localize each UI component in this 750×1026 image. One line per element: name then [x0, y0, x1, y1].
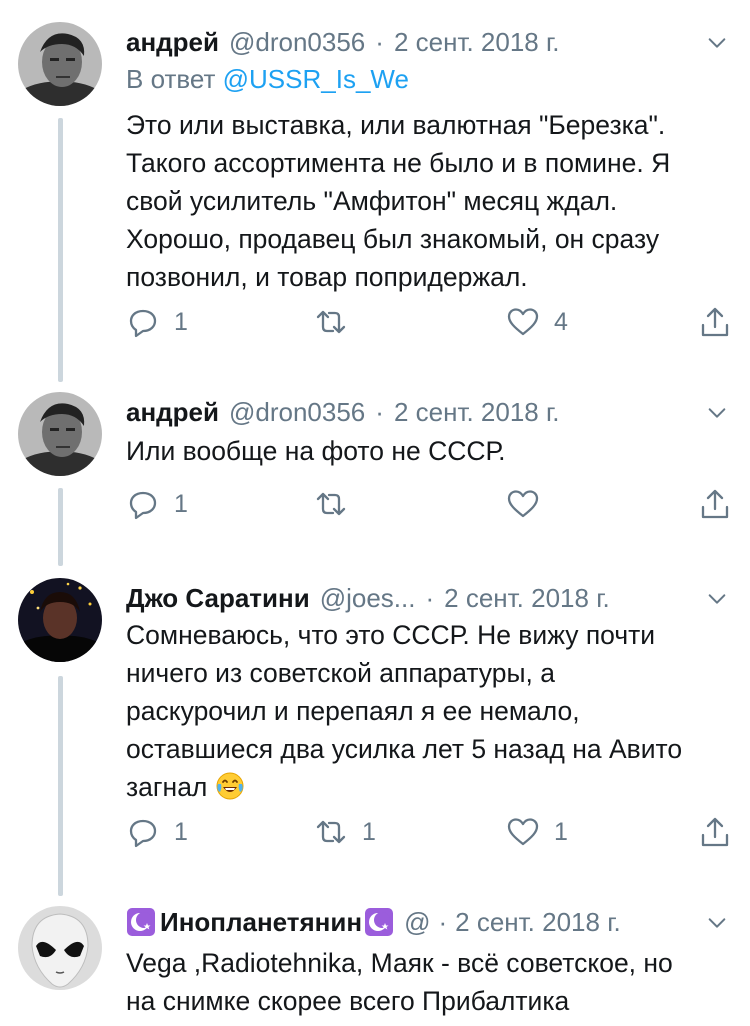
tweet-text: Это или выставка, или валютная "Березка"…: [126, 106, 732, 296]
text-line-content: загнал: [126, 772, 208, 802]
separator-dot: ·: [375, 26, 384, 57]
like-count: 1: [554, 817, 568, 846]
tweet-text: Сомневаюсь, что это СССР. Не вижу почти …: [126, 616, 732, 806]
face-with-tears-of-joy-icon: [216, 772, 244, 800]
text-line: Или вообще на фото не СССР.: [126, 436, 506, 466]
avatar[interactable]: [18, 578, 102, 662]
crescent-moon-icon: [127, 908, 155, 936]
retweet-count: 1: [362, 817, 376, 846]
author-name[interactable]: Джо Саратини: [126, 583, 310, 614]
separator-dot: ·: [438, 906, 448, 937]
retweet-button[interactable]: [314, 302, 362, 342]
tweet-text: Vega ,Radiotehnika, Маяк - всё советское…: [126, 944, 732, 1020]
text-line: Сомневаюсь, что это СССР. Не вижу почти: [126, 620, 656, 650]
retweet-button[interactable]: 1: [314, 812, 376, 852]
tweet-header: андрей @dron0356 · 2 сент. 2018 г.: [126, 22, 730, 62]
share-button[interactable]: [698, 484, 732, 524]
retweet-icon: [316, 492, 346, 516]
author-name[interactable]: андрей: [126, 397, 219, 428]
tweet-header: андрей @dron0356 · 2 сент. 2018 г.: [126, 392, 730, 432]
tweet[interactable]: Инопланетянин @ · 2 сент. 2018 г. Vega ,…: [0, 902, 750, 1026]
reply-count: 1: [174, 817, 188, 846]
author-handle[interactable]: @: [404, 907, 430, 938]
reply-count: 1: [174, 307, 188, 336]
like-button[interactable]: 1: [506, 812, 568, 852]
heart-icon: [507, 818, 539, 846]
author-name[interactable]: андрей: [126, 27, 219, 58]
reply-context: В ответ @USSR_Is_We: [126, 64, 409, 95]
share-icon: [701, 489, 729, 519]
action-bar: 1 4: [126, 302, 736, 342]
separator-dot: ·: [425, 582, 435, 613]
tweet-header: Джо Саратини @joes... · 2 сент. 2018 г.: [126, 578, 730, 618]
tweet-text: Или вообще на фото не СССР.: [126, 432, 732, 470]
crescent-moon-icon: [365, 908, 394, 936]
author-name[interactable]: Инопланетянин: [160, 907, 362, 938]
text-line: Это или выставка, или валютная "Березка"…: [126, 110, 666, 140]
share-button[interactable]: [698, 812, 732, 852]
separator-dot: ·: [375, 396, 384, 427]
reply-button[interactable]: 1: [126, 302, 188, 342]
reply-icon: [129, 491, 157, 520]
heart-icon: [507, 308, 539, 336]
reply-prefix: В ответ: [126, 64, 223, 94]
like-count: 4: [554, 307, 568, 336]
heart-icon: [507, 490, 539, 518]
reply-icon: [129, 309, 157, 338]
share-icon: [701, 817, 729, 847]
text-line: Такого ассортимента не было и в помине. …: [126, 148, 671, 178]
like-button[interactable]: 4: [506, 302, 568, 342]
tweet[interactable]: Джо Саратини @joes... · 2 сент. 2018 г. …: [0, 578, 750, 868]
chevron-down-icon[interactable]: [706, 402, 728, 424]
share-button[interactable]: [698, 302, 732, 342]
text-line: свой усилитель "Амфитон" месяц ждал.: [126, 186, 618, 216]
chevron-down-icon[interactable]: [706, 32, 728, 54]
tweet[interactable]: андрей @dron0356 · 2 сент. 2018 г. Или в…: [0, 392, 750, 542]
chevron-down-icon[interactable]: [706, 588, 728, 610]
action-bar: 1: [126, 484, 736, 524]
like-button[interactable]: [506, 484, 554, 524]
timestamp[interactable]: 2 сент. 2018 г.: [444, 583, 610, 614]
reply-button[interactable]: 1: [126, 484, 188, 524]
text-line: раскурочил и перепаял я ее немало,: [126, 696, 580, 726]
retweet-icon: [316, 820, 346, 844]
tweet-header: Инопланетянин @ · 2 сент. 2018 г.: [126, 902, 730, 942]
reply-button[interactable]: 1: [126, 812, 188, 852]
text-line: позвонил, и товар попридержал.: [126, 262, 528, 292]
reply-to-link[interactable]: @USSR_Is_We: [223, 64, 409, 94]
text-line: оставшиеся два усилка лет 5 назад на Ави…: [126, 734, 683, 764]
share-icon: [701, 307, 729, 337]
retweet-button[interactable]: [314, 484, 362, 524]
author-handle[interactable]: @dron0356: [229, 27, 365, 58]
avatar[interactable]: [18, 22, 102, 106]
timestamp[interactable]: 2 сент. 2018 г.: [394, 397, 560, 428]
author-handle[interactable]: @dron0356: [229, 397, 365, 428]
text-line: Хорошо, продавец был знакомый, он сразу: [126, 224, 660, 254]
chevron-down-icon[interactable]: [706, 912, 728, 934]
action-bar: 1 1 1: [126, 812, 736, 852]
avatar[interactable]: [18, 392, 102, 476]
timestamp[interactable]: 2 сент. 2018 г.: [455, 907, 621, 938]
avatar[interactable]: [18, 906, 102, 990]
reply-icon: [129, 819, 157, 848]
timestamp[interactable]: 2 сент. 2018 г.: [394, 27, 560, 58]
text-line: ничего из советской аппаратуры, а: [126, 658, 555, 688]
author-handle[interactable]: @joes...: [320, 583, 416, 614]
tweet[interactable]: андрей @dron0356 · 2 сент. 2018 г. В отв…: [0, 22, 750, 362]
text-line: на снимке скорее всего Прибалтика: [126, 986, 570, 1016]
reply-count: 1: [174, 489, 188, 518]
retweet-icon: [316, 310, 346, 334]
text-line: Vega ,Radiotehnika, Маяк - всё советское…: [126, 948, 673, 978]
text-line: загнал: [126, 768, 732, 806]
